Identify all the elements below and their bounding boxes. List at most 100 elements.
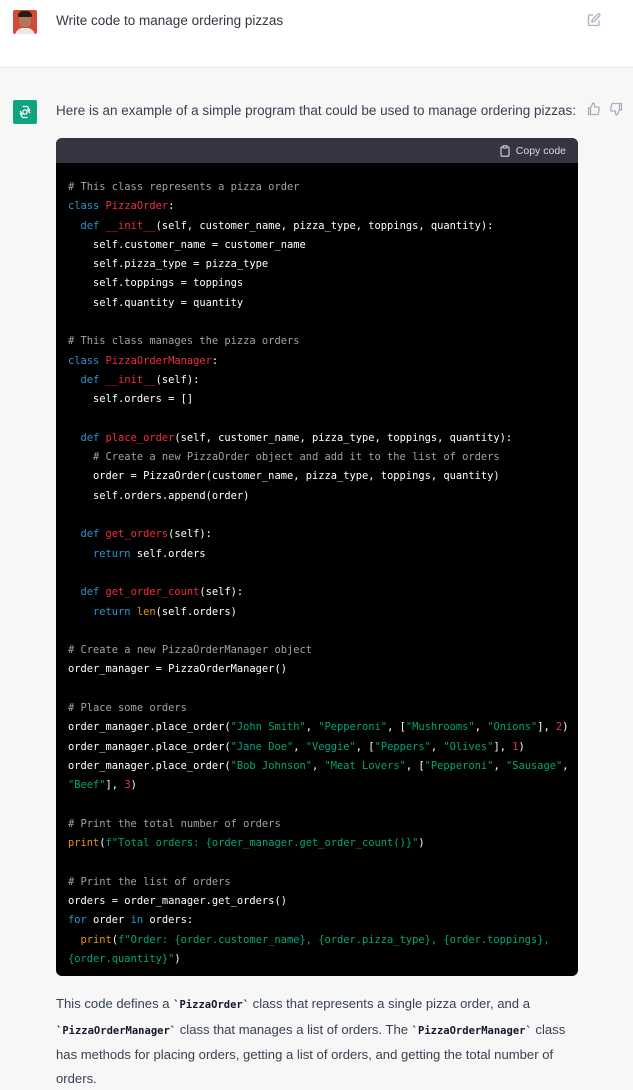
code-token: order_manager.place_order(: [68, 759, 231, 772]
code-token: (self, customer_name, pizza_type, toppin…: [155, 219, 494, 232]
code-token: ],: [105, 779, 125, 792]
code-token: print: [68, 837, 100, 850]
code-block: Copy code # This class represents a pizz…: [56, 138, 578, 976]
code-token: # This class represents a pizza order: [68, 181, 300, 193]
code-token: def: [80, 528, 106, 541]
code-token: ): [562, 721, 569, 734]
code-token: "Olives": [443, 740, 494, 753]
code-token: ,: [293, 740, 306, 753]
code-token: order_manager.place_order(: [68, 740, 231, 753]
explanation-segment: class that represents a single pizza ord…: [249, 996, 530, 1011]
code-line: # This class represents a pizza order: [68, 178, 566, 197]
code-line: def __init__(self):: [68, 371, 566, 390]
code-token: self.orders.append(order): [68, 489, 250, 502]
code-token: class: [68, 200, 106, 213]
code-token: self.quantity = quantity: [68, 296, 244, 309]
code-line: class PizzaOrder:: [68, 197, 566, 216]
code-line: def get_orders(self):: [68, 525, 566, 544]
assistant-intro-text: Here is an example of a simple program t…: [56, 103, 577, 118]
code-token: def: [80, 219, 106, 232]
code-token: ,: [493, 759, 506, 772]
code-line: "Beef"], 3): [68, 776, 566, 795]
code-token: self.orders = []: [68, 393, 194, 406]
code-token: :: [168, 200, 175, 213]
code-token: ): [130, 779, 137, 792]
code-token: return: [93, 547, 137, 560]
user-message-row: Write code to manage ordering pizzas: [0, 0, 633, 68]
explanation-segment: class that manages a list of orders. The: [176, 1021, 412, 1037]
code-line: order_manager = PizzaOrderManager(): [68, 660, 566, 679]
openai-logo-icon: [13, 100, 37, 124]
code-line: print(f"Total orders: {order_manager.get…: [68, 834, 566, 853]
code-token: ],: [493, 740, 513, 753]
code-token: __init__: [105, 219, 156, 232]
code-line: # Place some orders: [68, 699, 566, 718]
code-token: f"Total orders: {order_manager.get_order…: [105, 837, 419, 850]
code-token: ,: [430, 740, 444, 753]
code-token: in: [130, 914, 150, 927]
code-token: ],: [537, 721, 557, 734]
code-line: self.orders = []: [68, 390, 566, 409]
code-token: , [: [387, 721, 406, 734]
code-token: (self.orders): [155, 605, 237, 618]
copy-code-button[interactable]: Copy code: [499, 143, 566, 159]
code-token: ): [418, 837, 425, 850]
code-token: , [: [405, 759, 425, 772]
code-token: self.toppings = toppings: [68, 277, 244, 290]
explanation-segment: This code defines a: [56, 996, 174, 1011]
code-line: {order.quantity}"): [68, 950, 566, 969]
thumbs-down-icon[interactable]: [608, 101, 624, 117]
code-line: self.customer_name = customer_name: [68, 236, 566, 255]
code-token: get_orders: [105, 528, 169, 541]
code-token: {order.quantity}": [68, 952, 175, 965]
inline-code: `PizzaOrder`: [173, 999, 250, 1011]
code-line: # Print the total number of orders: [68, 815, 566, 834]
code-token: __init__: [105, 373, 156, 386]
code-token: # Create a new PizzaOrder object and add…: [93, 451, 500, 464]
code-token: order_manager.place_order(: [68, 721, 231, 734]
code-token: def: [80, 431, 106, 444]
code-token: "Meat Lovers": [324, 759, 406, 772]
code-token: # Print the list of orders: [68, 875, 231, 888]
code-token: "Sausage": [505, 759, 563, 772]
code-line: return len(self.orders): [68, 603, 566, 622]
code-token: (self, customer_name, pizza_type, toppin…: [174, 431, 513, 444]
code-token: "Pepperoni": [318, 721, 388, 734]
code-token: f"Order: {order.customer_name}, {order.p…: [118, 933, 550, 946]
code-line: order_manager.place_order("Jane Doe", "V…: [68, 738, 566, 757]
code-line: # Create a new PizzaOrder object and add…: [68, 448, 566, 467]
code-token: (self):: [199, 586, 244, 599]
code-token: # This class manages the pizza orders: [68, 335, 300, 348]
code-token: "Pepperoni": [424, 759, 494, 772]
code-block-header: Copy code: [56, 138, 578, 163]
code-token: "Mushrooms": [405, 721, 475, 734]
code-token: "John Smith": [230, 721, 306, 734]
code-line: for order in orders:: [68, 911, 566, 930]
thumbs-up-icon[interactable]: [586, 101, 602, 117]
code-token: ): [174, 952, 181, 965]
code-token: orders = order_manager.get_orders(): [68, 894, 287, 907]
code-token: # Print the total number of orders: [68, 817, 281, 830]
code-token: get_order_count: [105, 586, 200, 599]
code-token: :: [211, 354, 219, 367]
code-token: "Veggie": [305, 740, 356, 753]
code-token: orders:: [149, 914, 194, 927]
edit-icon[interactable]: [586, 12, 602, 28]
code-token: len: [136, 605, 156, 618]
code-line: def __init__(self, customer_name, pizza_…: [68, 217, 566, 236]
code-token: place_order: [105, 431, 175, 444]
code-line: self.quantity = quantity: [68, 294, 566, 313]
user-avatar: [13, 10, 37, 34]
code-token: "Peppers": [374, 740, 431, 753]
code-token: def: [80, 373, 106, 386]
